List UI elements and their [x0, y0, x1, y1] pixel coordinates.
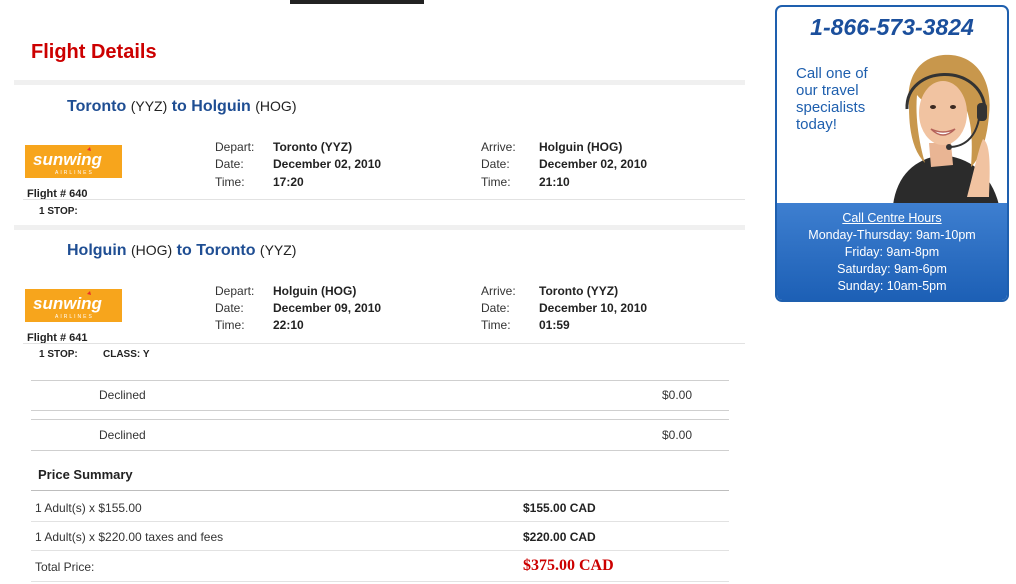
price-row-label: 1 Adult(s) x $155.00 — [35, 501, 142, 515]
arrive-time-label: Time: — [481, 318, 511, 332]
option-label: Declined — [99, 388, 146, 402]
depart-date: December 09, 2010 — [273, 301, 382, 315]
logo-sub-text: AIRLINES — [55, 314, 94, 320]
arrive-time-label: Time: — [481, 175, 511, 189]
stops-label: 1 STOP: — [39, 349, 78, 360]
option-price: $0.00 — [662, 388, 693, 402]
depart-label: Depart: — [215, 140, 255, 154]
arrive-date: December 10, 2010 — [539, 301, 648, 315]
depart-label: Depart: — [215, 284, 255, 298]
route-from-code: (YYZ) — [130, 98, 168, 114]
depart-place: Holguin (HOG) — [273, 284, 357, 298]
logo-main-text: sunwing — [33, 294, 103, 313]
hours-line: Saturday: 9am-6pm — [837, 262, 947, 276]
page-title: Flight Details — [31, 41, 157, 63]
route-connector: to — [176, 242, 192, 259]
sunwing-airlines-logo: sunwing AIRLINES — [25, 289, 122, 322]
row-divider — [23, 199, 745, 200]
summary-divider — [31, 490, 729, 491]
depart-place: Toronto (YYZ) — [273, 140, 353, 154]
call-centre-promo[interactable]: 1-866-573-3824 Call one of our travel sp… — [775, 5, 1009, 302]
route-from-code: (HOG) — [131, 242, 173, 258]
class-label: CLASS: Y — [103, 349, 150, 360]
depart-date: December 02, 2010 — [273, 157, 382, 171]
row-divider — [23, 343, 745, 344]
depart-time: 22:10 — [273, 318, 304, 332]
stops-label: 1 STOP: — [39, 206, 78, 217]
phone-number[interactable]: 1-866-573-3824 — [777, 14, 1007, 41]
hours-line: Friday: 9am-8pm — [844, 245, 940, 259]
route-to-code: (HOG) — [255, 98, 297, 114]
hours-line: Sunday: 10am-5pm — [837, 279, 947, 293]
section-divider — [14, 80, 745, 85]
top-tab-bar — [290, 0, 424, 4]
section-divider — [14, 225, 745, 230]
depart-time-label: Time: — [215, 175, 245, 189]
arrive-time: 01:59 — [539, 318, 570, 332]
option-divider — [31, 450, 729, 451]
depart-time: 17:20 — [273, 175, 304, 189]
arrive-date-label: Date: — [481, 157, 510, 171]
price-summary-title: Price Summary — [38, 467, 133, 482]
route-to-code: (YYZ) — [259, 242, 297, 258]
arrive-place: Holguin (HOG) — [539, 140, 623, 154]
summary-divider — [31, 581, 729, 582]
price-row-value: $220.00 CAD — [523, 530, 596, 544]
total-price-label: Total Price: — [35, 560, 95, 574]
option-price: $0.00 — [662, 428, 693, 442]
arrive-time: 21:10 — [539, 175, 570, 189]
arrive-date: December 02, 2010 — [539, 157, 648, 171]
route-to-city: Toronto — [196, 242, 256, 259]
depart-date-label: Date: — [215, 157, 244, 171]
depart-date-label: Date: — [215, 301, 244, 315]
arrive-date-label: Date: — [481, 301, 510, 315]
summary-divider — [31, 521, 729, 522]
route-connector: to — [171, 98, 187, 115]
route-heading: Toronto (YYZ) to Holguin (HOG) — [67, 98, 296, 116]
arrive-label: Arrive: — [481, 140, 516, 154]
arrive-place: Toronto (YYZ) — [539, 284, 619, 298]
route-heading: Holguin (HOG) to Toronto (YYZ) — [67, 242, 296, 260]
call-centre-hours: Call Centre Hours Monday-Thursday: 9am-1… — [777, 203, 1007, 300]
hours-line: Monday-Thursday: 9am-10pm — [808, 228, 976, 242]
arrive-label: Arrive: — [481, 284, 516, 298]
route-from-city: Holguin — [67, 242, 127, 259]
call-specialists-text: Call one of our travel specialists today… — [796, 65, 868, 133]
agent-photo — [893, 54, 999, 205]
price-row-label: 1 Adult(s) x $220.00 taxes and fees — [35, 530, 224, 544]
hours-title-link[interactable]: Call Centre Hours — [777, 210, 1007, 227]
logo-sub-text: AIRLINES — [55, 170, 94, 176]
option-divider — [31, 419, 729, 420]
summary-divider — [31, 550, 729, 551]
option-divider — [31, 380, 729, 381]
option-divider — [31, 410, 729, 411]
route-to-city: Holguin — [191, 98, 251, 115]
price-row-value: $155.00 CAD — [523, 501, 596, 515]
option-label: Declined — [99, 428, 146, 442]
logo-main-text: sunwing — [33, 150, 103, 169]
depart-time-label: Time: — [215, 318, 245, 332]
route-from-city: Toronto — [67, 98, 127, 115]
sunwing-airlines-logo: sunwing AIRLINES — [25, 145, 122, 178]
total-price-value: $375.00 CAD — [523, 557, 614, 574]
